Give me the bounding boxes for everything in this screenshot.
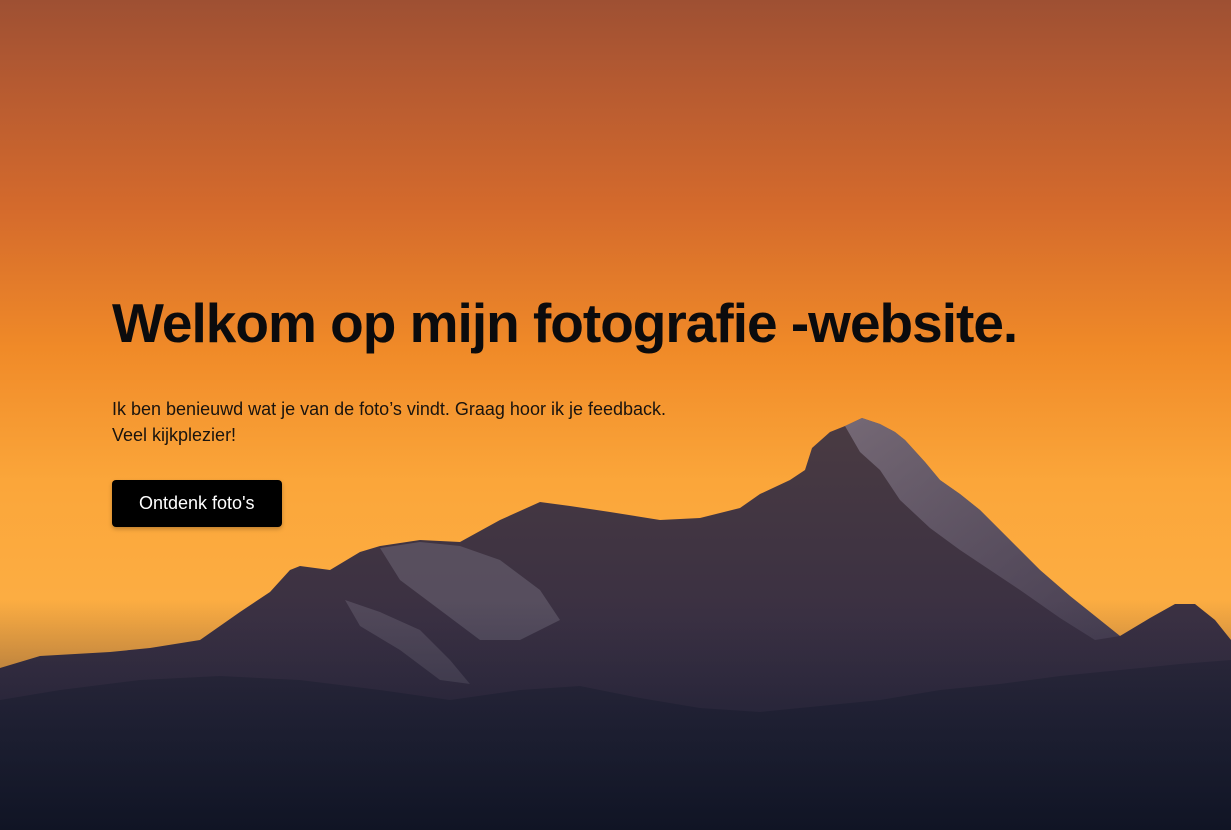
hero-section: Welkom op mijn fotografie -website. Ik b… [0, 0, 1231, 830]
discover-photos-button[interactable]: Ontdenk foto's [112, 480, 282, 527]
page-title: Welkom op mijn fotografie -website. [112, 292, 1018, 354]
hero-intro-text: Ik ben benieuwd wat je van de foto’s vin… [112, 396, 1112, 448]
hero-intro-line: Ik ben benieuwd wat je van de foto’s vin… [112, 399, 667, 419]
hero-content: Welkom op mijn fotografie -website. Ik b… [112, 290, 1112, 527]
hero-intro-line: Veel kijkplezier! [112, 425, 237, 445]
